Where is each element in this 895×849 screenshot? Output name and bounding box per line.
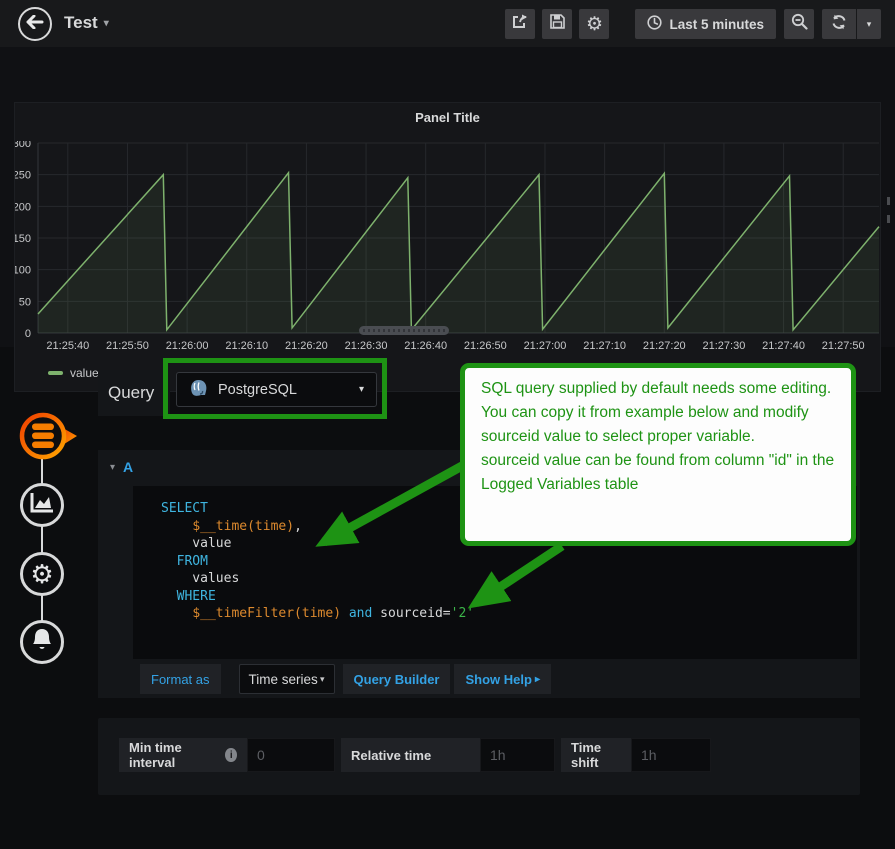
svg-text:21:27:50: 21:27:50: [822, 340, 865, 352]
datasource-picker[interactable]: PostgreSQL ▾: [176, 372, 377, 407]
tab-visualization[interactable]: [20, 483, 64, 527]
legend-item-value[interactable]: value: [48, 366, 99, 380]
format-select-value: Time series: [249, 672, 318, 687]
svg-text:21:26:50: 21:26:50: [464, 340, 507, 352]
annotation-paragraph-2: sourceid value can be found from column …: [481, 449, 835, 497]
query-section-label: Query: [108, 383, 154, 403]
svg-text:21:27:10: 21:27:10: [583, 340, 626, 352]
query-section-header: Query: [98, 370, 170, 416]
tab-general[interactable]: ⚙: [20, 552, 64, 596]
tab-queries[interactable]: [17, 409, 79, 466]
chevron-down-icon: ▾: [359, 384, 364, 395]
time-shift-group: Time shift: [561, 738, 711, 772]
query-ref-id: A: [123, 459, 133, 475]
svg-text:21:26:10: 21:26:10: [225, 340, 268, 352]
format-select[interactable]: Time series ▾: [239, 664, 335, 694]
chevron-right-icon: ▸: [535, 674, 540, 685]
svg-text:100: 100: [15, 265, 31, 277]
gear-wrench-icon: ⚙: [30, 561, 53, 587]
query-options-panel: Min time interval i Relative time Time s…: [98, 718, 860, 795]
magnifier-minus-icon: [791, 13, 808, 35]
svg-text:150: 150: [15, 233, 31, 245]
legend-label: value: [70, 366, 99, 380]
svg-text:250: 250: [15, 170, 31, 182]
svg-text:21:26:30: 21:26:30: [345, 340, 388, 352]
panel-title[interactable]: Panel Title: [15, 110, 880, 125]
save-icon: [550, 14, 565, 34]
query-options-row: Min time interval i Relative time Time s…: [119, 738, 717, 772]
svg-text:21:25:40: 21:25:40: [46, 340, 89, 352]
min-time-interval-group: Min time interval i: [119, 738, 335, 772]
svg-text:21:27:30: 21:27:30: [703, 340, 746, 352]
postgresql-icon: [177, 378, 208, 402]
time-shift-input[interactable]: [631, 738, 711, 772]
datasource-name: PostgreSQL: [218, 382, 297, 398]
zoom-out-button[interactable]: [784, 9, 814, 39]
show-help-button[interactable]: Show Help ▸: [454, 664, 550, 694]
svg-text:21:27:20: 21:27:20: [643, 340, 686, 352]
svg-text:0: 0: [25, 328, 31, 340]
min-time-interval-input[interactable]: [247, 738, 335, 772]
info-icon[interactable]: i: [225, 748, 237, 762]
time-series-chart: 0 50 100 150 200 250 300 21:25:40 21:25:50 21:26:…: [15, 141, 880, 356]
svg-text:21:26:40: 21:26:40: [404, 340, 447, 352]
query-builder-button[interactable]: Query Builder: [343, 664, 451, 694]
share-button[interactable]: [505, 9, 535, 39]
refresh-interval-dropdown-button[interactable]: ▾: [857, 9, 881, 39]
save-button[interactable]: [542, 9, 572, 39]
dashboard-title[interactable]: Test ▾: [64, 13, 109, 33]
svg-text:50: 50: [19, 296, 31, 308]
tab-alert[interactable]: [20, 620, 64, 664]
svg-text:21:27:40: 21:27:40: [762, 340, 805, 352]
chevron-down-icon: ▾: [320, 674, 325, 685]
time-picker-label: Last 5 minutes: [669, 17, 764, 32]
back-button[interactable]: [18, 7, 52, 41]
legend-color-dash: [48, 371, 63, 375]
share-icon: [512, 14, 528, 34]
database-icon: [22, 415, 77, 457]
collapse-icon: ▾: [110, 462, 115, 473]
chevron-down-icon: ▾: [867, 19, 872, 30]
top-bar: Test ▾ ⚙ Last 5 minutes: [0, 0, 895, 47]
svg-text:21:26:00: 21:26:00: [166, 340, 209, 352]
gear-icon: ⚙: [586, 15, 603, 34]
svg-text:21:25:50: 21:25:50: [106, 340, 149, 352]
annotation-note: SQL query supplied by default needs some…: [460, 363, 856, 546]
relative-time-input[interactable]: [480, 738, 555, 772]
relative-time-group: Relative time: [341, 738, 555, 772]
svg-text:300: 300: [15, 141, 31, 150]
rail-connector-line: [41, 440, 43, 645]
grafana-screen: Test ▾ ⚙ Last 5 minutes: [0, 0, 895, 849]
bell-icon: [31, 628, 53, 657]
arrow-left-icon: [26, 15, 44, 34]
min-time-interval-label: Min time interval i: [119, 738, 247, 772]
time-shift-label: Time shift: [561, 738, 631, 772]
clock-icon: [647, 15, 669, 33]
query-toolbar: Format as Time series ▾ Query Builder Sh…: [98, 662, 860, 696]
chart-icon: [30, 492, 54, 519]
scroll-indicator: [887, 197, 890, 223]
refresh-button[interactable]: [822, 9, 856, 39]
dashboard-title-text: Test: [64, 13, 98, 32]
timeseries-panel: Panel Title 0 50 100 150 200 250 300 21:25:40 21…: [14, 102, 881, 392]
dashboard-area: Panel Title 05010015020025030021:25:4021…: [0, 47, 895, 347]
time-picker-button[interactable]: Last 5 minutes: [635, 9, 776, 39]
relative-time-label: Relative time: [341, 738, 480, 772]
svg-text:200: 200: [15, 201, 31, 213]
annotation-paragraph-1: SQL query supplied by default needs some…: [481, 377, 835, 449]
refresh-icon: [831, 14, 847, 35]
show-help-label: Show Help: [465, 672, 531, 687]
chevron-down-icon: ▾: [104, 18, 109, 29]
top-bar-actions: ⚙ Last 5 minutes ▾: [498, 9, 881, 39]
settings-button[interactable]: ⚙: [579, 9, 609, 39]
svg-text:21:27:00: 21:27:00: [524, 340, 567, 352]
panel-resize-handle[interactable]: [359, 326, 449, 335]
format-as-label: Format as: [140, 664, 221, 694]
svg-text:21:26:20: 21:26:20: [285, 340, 328, 352]
